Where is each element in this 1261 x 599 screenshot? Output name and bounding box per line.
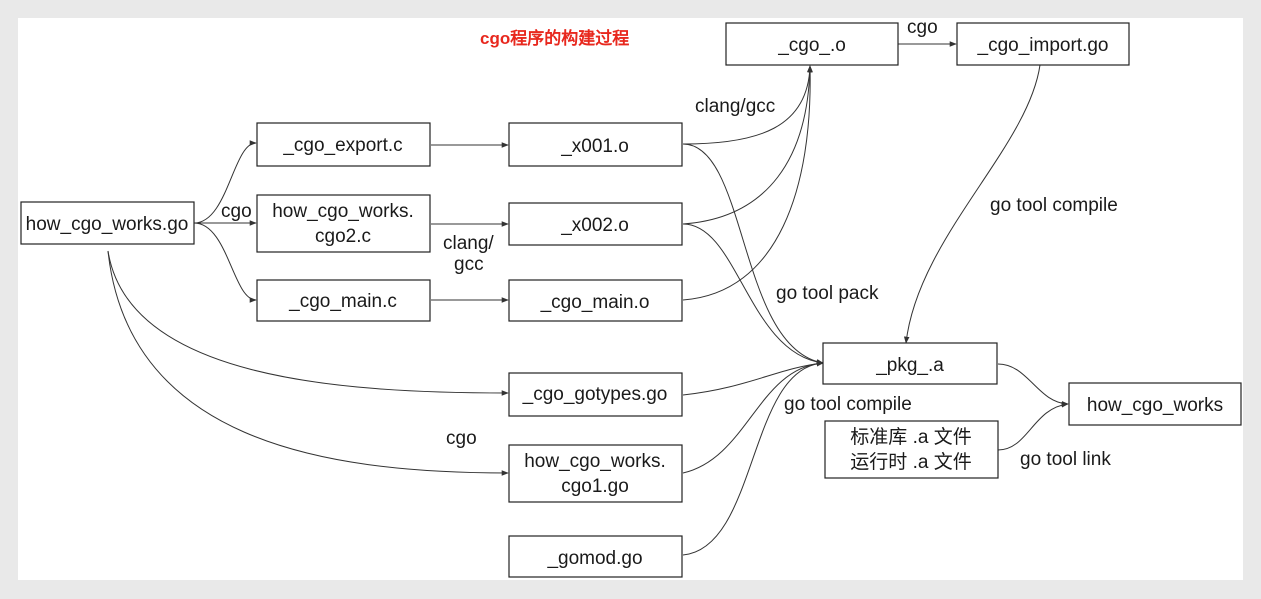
svg-text:_gomod.go: _gomod.go xyxy=(546,548,642,569)
svg-text:cgo2.c: cgo2.c xyxy=(315,226,371,247)
edge-stdlib-to-binary xyxy=(997,401,1069,451)
node-cgo-gotypes: _cgo_gotypes.go xyxy=(508,372,683,417)
node-cgo-export-c: _cgo_export.c xyxy=(256,122,431,167)
label-cgo-left: cgo xyxy=(221,201,252,222)
edge-x001-to-pkg xyxy=(682,143,824,365)
edge-go-to-main-c xyxy=(193,222,257,303)
svg-text:how_cgo_works.: how_cgo_works. xyxy=(272,201,414,222)
diagram-canvas: cgo程序的构建过程 cgo clang/gcc cgo clang/ gcc … xyxy=(18,18,1243,580)
label-cgo-top: cgo xyxy=(907,18,938,38)
node-cgo-o: _cgo_.o xyxy=(725,22,899,66)
svg-text:_cgo_main.c: _cgo_main.c xyxy=(288,291,397,312)
node-cgo-main-c: _cgo_main.c xyxy=(256,279,431,322)
svg-text:_cgo_main.o: _cgo_main.o xyxy=(540,292,650,313)
svg-text:运行时 .a 文件: 运行时 .a 文件 xyxy=(850,451,971,473)
label-cgo-bottom: cgo xyxy=(446,428,477,449)
node-cgo-import: _cgo_import.go xyxy=(956,22,1130,66)
svg-text:how_cgo_works.: how_cgo_works. xyxy=(524,451,666,472)
node-cgo2-c: how_cgo_works. cgo2.c xyxy=(256,194,431,253)
svg-text:_pkg_.a: _pkg_.a xyxy=(875,355,944,376)
label-clang-line1: clang/ xyxy=(443,233,494,254)
node-x001-o: _x001.o xyxy=(508,122,683,167)
svg-text:_cgo_export.c: _cgo_export.c xyxy=(282,135,402,156)
svg-text:cgo1.go: cgo1.go xyxy=(561,476,629,497)
svg-text:标准库 .a 文件: 标准库 .a 文件 xyxy=(850,426,971,448)
label-clang-line2: gcc xyxy=(454,254,484,275)
build-flow-diagram: cgo程序的构建过程 cgo clang/gcc cgo clang/ gcc … xyxy=(20,18,1242,578)
edge-cgo1-to-pkg xyxy=(682,360,824,474)
label-go-tool-compile-bottom: go tool compile xyxy=(784,394,912,415)
edge-go-to-gotypes xyxy=(107,250,509,396)
node-cgo1-go: how_cgo_works. cgo1.go xyxy=(508,444,683,503)
edge-x002-to-cgo-o xyxy=(682,65,813,225)
svg-text:_x002.o: _x002.o xyxy=(560,215,629,236)
label-go-tool-pack: go tool pack xyxy=(776,283,879,304)
node-pkg-a: _pkg_.a xyxy=(822,342,998,385)
label-go-tool-compile-top: go tool compile xyxy=(990,195,1118,216)
node-stdlib-runtime: 标准库 .a 文件 运行时 .a 文件 xyxy=(824,420,999,479)
svg-text:_x001.o: _x001.o xyxy=(560,136,629,157)
svg-text:_cgo_import.go: _cgo_import.go xyxy=(977,35,1109,56)
label-go-tool-link: go tool link xyxy=(1020,449,1111,470)
node-cgo-main-o: _cgo_main.o xyxy=(508,279,683,322)
diagram-title: cgo程序的构建过程 xyxy=(480,28,629,48)
node-x002-o: _x002.o xyxy=(508,202,683,246)
svg-text:_cgo_.o: _cgo_.o xyxy=(777,35,846,56)
edge-pkg-to-binary xyxy=(997,363,1069,407)
svg-text:_cgo_gotypes.go: _cgo_gotypes.go xyxy=(522,384,668,405)
svg-text:how_cgo_works: how_cgo_works xyxy=(1087,395,1223,416)
svg-text:how_cgo_works.go: how_cgo_works.go xyxy=(26,214,189,235)
node-how-cgo-works-binary: how_cgo_works xyxy=(1068,382,1242,426)
node-how-cgo-works-go: how_cgo_works.go xyxy=(20,201,195,245)
label-clang-gcc-top: clang/gcc xyxy=(695,96,775,117)
node-gomod-go: _gomod.go xyxy=(508,535,683,578)
